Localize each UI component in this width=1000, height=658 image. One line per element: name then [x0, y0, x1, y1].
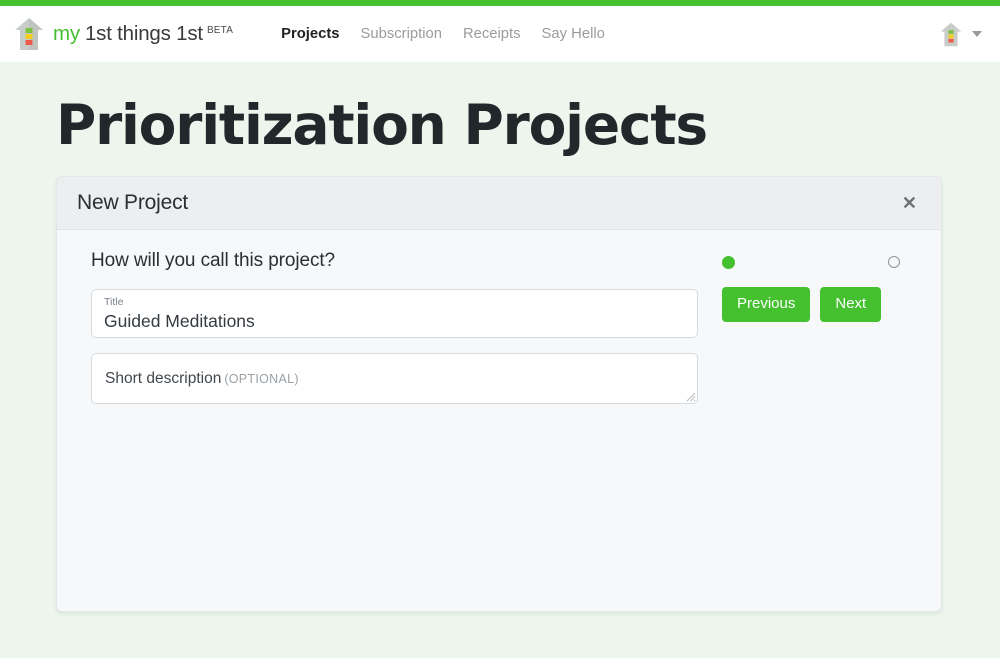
- nav-item-subscription[interactable]: Subscription: [361, 26, 442, 42]
- card-title: New Project: [77, 191, 189, 214]
- card-header: New Project ✕: [57, 177, 941, 230]
- beta-badge: BETA: [206, 25, 234, 36]
- next-button[interactable]: Next: [820, 287, 882, 322]
- brand-rest: 1st things 1st: [84, 22, 203, 45]
- primary-nav: Projects Subscription Receipts Say Hello: [281, 26, 605, 42]
- nav-item-receipts[interactable]: Receipts: [463, 26, 521, 42]
- close-icon[interactable]: ✕: [898, 192, 921, 214]
- title-input[interactable]: [104, 309, 685, 333]
- card-body: How will you call this project? Title Sh…: [57, 230, 941, 611]
- title-field-label: Title: [104, 296, 124, 308]
- step-indicators: [722, 252, 900, 272]
- step-indicator-1[interactable]: [722, 255, 735, 269]
- chevron-down-icon[interactable]: [972, 31, 982, 37]
- project-form: How will you call this project? Title Sh…: [91, 250, 698, 611]
- title-field-wrapper[interactable]: Title: [91, 289, 698, 338]
- brand-my: my: [53, 22, 80, 45]
- previous-button[interactable]: Previous: [722, 287, 811, 322]
- house-logo-icon: [15, 18, 43, 50]
- main-navbar: my 1st things 1st BETA Projects Subscripti…: [0, 6, 1000, 62]
- step-indicator-2[interactable]: [888, 256, 900, 268]
- nav-item-say-hello[interactable]: Say Hello: [542, 26, 605, 42]
- wizard-nav: Previous Next: [698, 250, 919, 611]
- house-avatar-icon[interactable]: [940, 22, 962, 47]
- account-menu[interactable]: [940, 22, 982, 47]
- new-project-card: New Project ✕ How will you call this pro…: [56, 176, 942, 612]
- page-title: Prioritization Projects: [56, 93, 708, 157]
- description-textarea[interactable]: [92, 354, 697, 403]
- brand-logo-link[interactable]: my 1st things 1st BETA: [14, 17, 233, 51]
- form-question: How will you call this project?: [91, 250, 335, 271]
- description-field-wrapper[interactable]: Short description (OPTIONAL): [91, 353, 698, 404]
- wizard-buttons: Previous Next: [722, 287, 919, 322]
- nav-item-projects[interactable]: Projects: [281, 26, 339, 42]
- page-content: Prioritization Projects New Project ✕ Ho…: [0, 62, 1000, 612]
- brand-text: my 1st things 1st BETA: [53, 22, 233, 46]
